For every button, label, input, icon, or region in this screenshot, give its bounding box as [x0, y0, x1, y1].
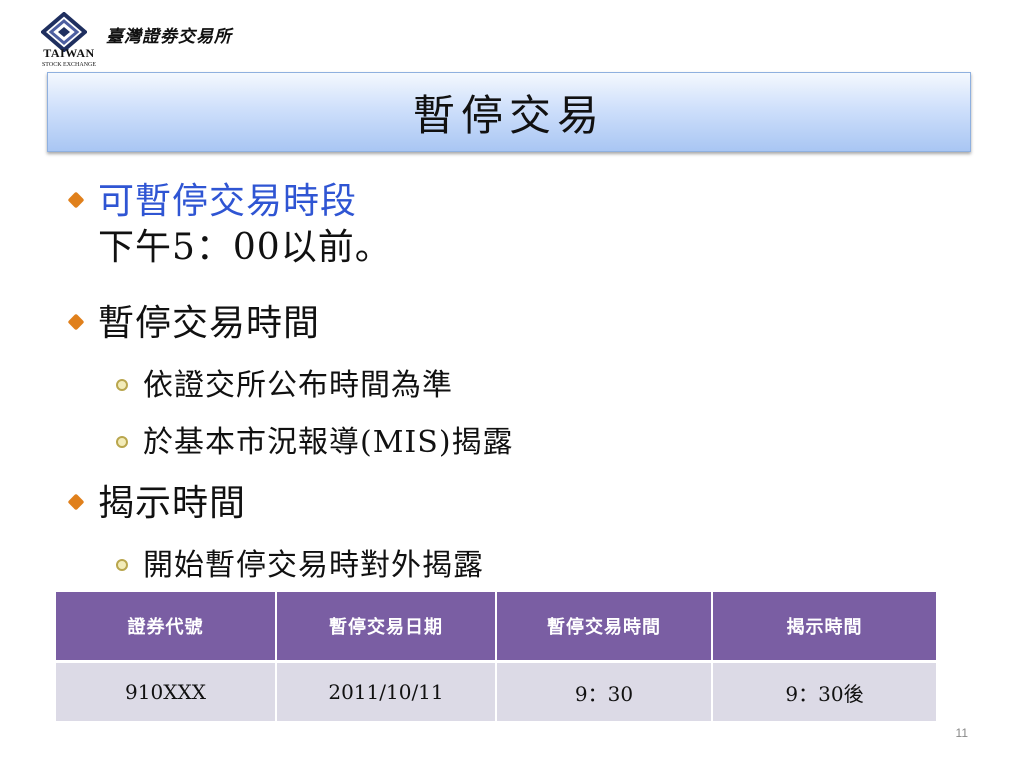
table-header-row: 證券代號 暫停交易日期 暫停交易時間 揭示時間: [56, 592, 936, 662]
table-cell: 9：30: [496, 660, 713, 721]
table-row: 910XXX 2011/10/11 9：30 9：30後: [56, 660, 936, 721]
sub-bullet-text: 依證交所公布時間為準: [143, 368, 453, 403]
bullet-detail-text: 下午5：00以前。: [98, 227, 392, 268]
sub-bullet-text: 於基本市況報導(MIS)揭露: [143, 425, 514, 460]
circle-bullet-icon: [116, 379, 128, 391]
logo-text: TAIWAN: [43, 46, 95, 60]
table-cell: 9：30後: [712, 660, 936, 721]
table-cell: 2011/10/11: [276, 660, 497, 721]
bullet-text: 暫停交易時間: [98, 303, 321, 344]
circle-bullet-icon: [116, 436, 128, 448]
bullet-text: 可暫停交易時段: [98, 181, 358, 222]
org-name: 臺灣證劵交易所: [106, 27, 232, 47]
page-number: 11: [955, 726, 968, 740]
suspension-table: 證券代號 暫停交易日期 暫停交易時間 揭示時間 910XXX 2011/10/1…: [56, 592, 936, 721]
diamond-bullet-icon: [67, 191, 85, 209]
slide-title: 暫停交易: [412, 90, 605, 140]
diamond-bullet-icon: [67, 493, 85, 511]
circle-bullet-icon: [116, 559, 128, 571]
table-cell: 910XXX: [56, 660, 277, 721]
bullet-text: 揭示時間: [98, 483, 247, 524]
column-header: 暫停交易時間: [496, 592, 713, 662]
column-header: 暫停交易日期: [276, 592, 497, 662]
diamond-bullet-icon: [67, 313, 85, 331]
logo-subtext: STOCK EXCHANGE: [41, 62, 97, 68]
title-bar: 暫停交易: [47, 72, 971, 152]
sub-bullet-text: 開始暫停交易時對外揭露: [143, 548, 484, 583]
column-header: 證券代號: [56, 592, 277, 662]
column-header: 揭示時間: [712, 592, 936, 662]
taiwan-stock-exchange-logo: TAIWAN STOCK EXCHANGE: [34, 12, 104, 68]
